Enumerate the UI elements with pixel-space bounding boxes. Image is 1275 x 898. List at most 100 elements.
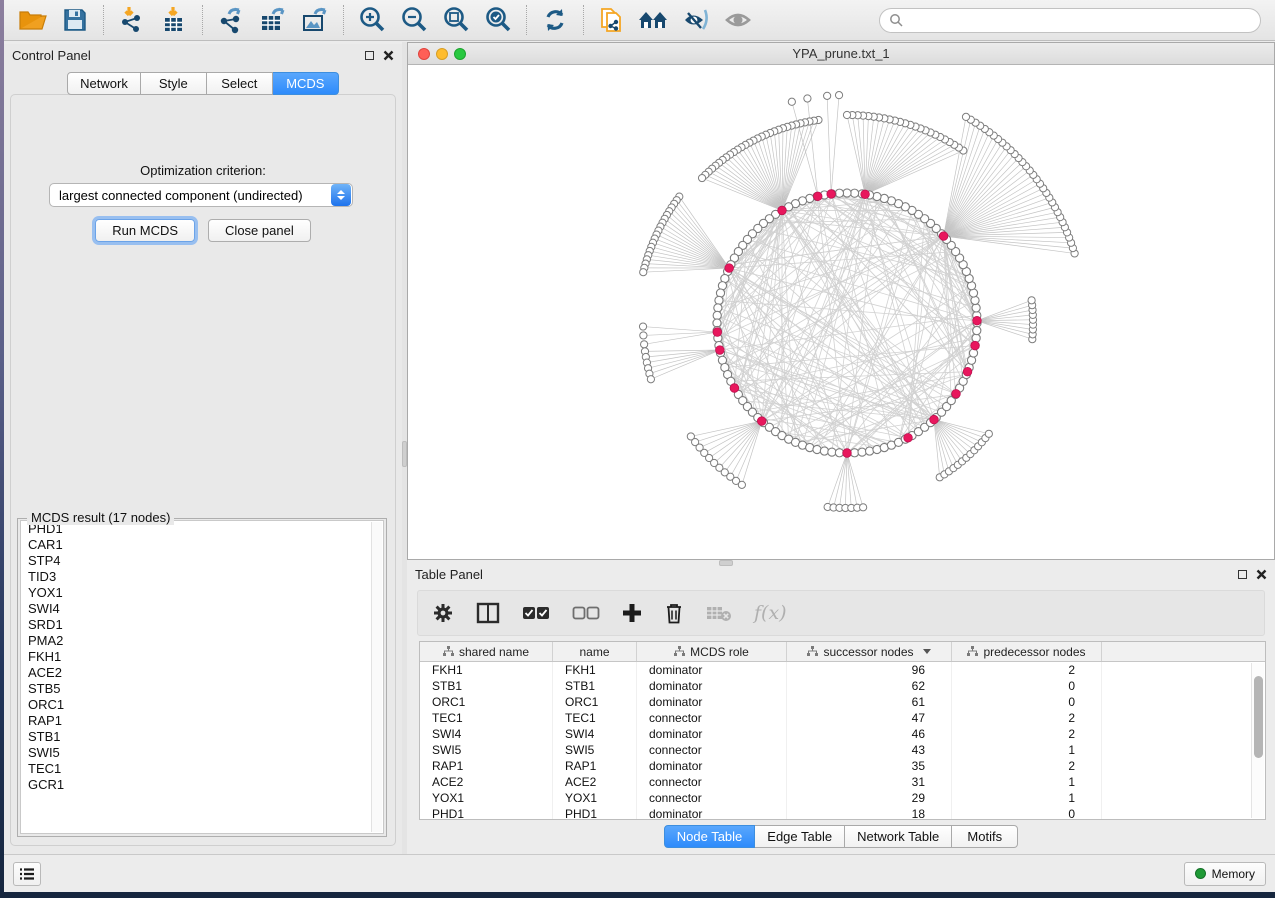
export-network-icon xyxy=(217,6,245,34)
tab-edge-table[interactable]: Edge Table xyxy=(755,825,845,848)
open-session-button[interactable] xyxy=(12,3,54,37)
mcds-result-item[interactable]: YOX1 xyxy=(21,585,383,601)
table-row[interactable]: ACE2ACE2connector311 xyxy=(420,774,1265,790)
table-cell: ORC1 xyxy=(553,694,637,710)
mcds-result-groupbox: MCDS result (17 nodes) PHD1CAR1STP4TID3Y… xyxy=(17,512,387,837)
optimization-criterion-select[interactable]: largest connected component (undirected) xyxy=(49,183,353,207)
zoom-in-button[interactable] xyxy=(351,3,393,37)
column-header-name[interactable]: name xyxy=(553,642,637,661)
mcds-result-item[interactable]: GCR1 xyxy=(21,777,383,793)
table-row[interactable]: YOX1YOX1connector291 xyxy=(420,790,1265,806)
clone-network-button[interactable] xyxy=(591,3,633,37)
column-header-MCDS-role[interactable]: MCDS role xyxy=(637,642,787,661)
mcds-result-item[interactable]: SRD1 xyxy=(21,617,383,633)
zoom-out-button[interactable] xyxy=(393,3,435,37)
network-window-titlebar[interactable]: YPA_prune.txt_1 xyxy=(408,43,1274,65)
function-builder-button: f(x) xyxy=(754,602,787,624)
network-graph[interactable] xyxy=(408,65,1275,560)
table-scrollbar-thumb[interactable] xyxy=(1254,676,1263,758)
mcds-result-item[interactable]: CAR1 xyxy=(21,537,383,553)
mcds-result-list[interactable]: PHD1CAR1STP4TID3YOX1SWI4SRD1PMA2FKH1ACE2… xyxy=(20,520,384,834)
tab-motifs[interactable]: Motifs xyxy=(952,825,1018,848)
column-header-shared-name[interactable]: shared name xyxy=(420,642,553,661)
export-image-button[interactable] xyxy=(294,3,336,37)
column-header-successor-nodes[interactable]: successor nodes xyxy=(787,642,952,661)
show-graphics-details-button[interactable] xyxy=(717,3,759,37)
run-mcds-button[interactable]: Run MCDS xyxy=(95,219,195,242)
node-table[interactable]: shared namenameMCDS rolesuccessor nodesp… xyxy=(419,641,1266,820)
tab-node-table[interactable]: Node Table xyxy=(664,825,756,848)
float-table-panel-button[interactable] xyxy=(1238,570,1247,579)
table-scrollbar[interactable] xyxy=(1251,663,1264,818)
hide-graphics-details-button[interactable] xyxy=(675,3,717,37)
close-panel-icon[interactable] xyxy=(383,50,394,61)
horizontal-splitter-grip[interactable] xyxy=(719,560,733,566)
mcds-result-item[interactable]: TEC1 xyxy=(21,761,383,777)
export-network-button[interactable] xyxy=(210,3,252,37)
table-cell: 2 xyxy=(952,726,1102,742)
houses-icon xyxy=(638,8,670,32)
maximize-window-button[interactable] xyxy=(454,48,466,60)
home-view-button[interactable] xyxy=(633,3,675,37)
import-network-button[interactable] xyxy=(111,3,153,37)
table-body: FKH1FKH1dominator962STB1STB1dominator620… xyxy=(420,662,1265,820)
minimize-window-button[interactable] xyxy=(436,48,448,60)
table-row[interactable]: SWI5SWI5connector431 xyxy=(420,742,1265,758)
network-canvas[interactable] xyxy=(408,65,1274,559)
tab-style[interactable]: Style xyxy=(141,72,207,95)
mcds-result-item[interactable]: SWI5 xyxy=(21,745,383,761)
column-header-predecessor-nodes[interactable]: predecessor nodes xyxy=(952,642,1102,661)
toolbar-separator xyxy=(583,5,584,35)
mcds-list-scrollbar[interactable] xyxy=(371,522,382,832)
tab-select[interactable]: Select xyxy=(207,72,273,95)
table-row[interactable]: RAP1RAP1dominator352 xyxy=(420,758,1265,774)
table-cell: dominator xyxy=(637,726,787,742)
mcds-result-item[interactable]: FKH1 xyxy=(21,649,383,665)
select-all-button[interactable] xyxy=(522,605,550,621)
tab-mcds[interactable]: MCDS xyxy=(273,72,339,95)
task-history-button[interactable] xyxy=(13,862,41,886)
close-table-panel-icon[interactable] xyxy=(1256,569,1267,580)
export-table-button[interactable] xyxy=(252,3,294,37)
float-panel-button[interactable] xyxy=(365,51,374,60)
zoom-fit-button[interactable] xyxy=(435,3,477,37)
tab-network[interactable]: Network xyxy=(67,72,141,95)
zoom-selected-button[interactable] xyxy=(477,3,519,37)
table-row[interactable]: PHD1PHD1dominator180 xyxy=(420,806,1265,820)
mcds-result-item[interactable]: PMA2 xyxy=(21,633,383,649)
create-column-button[interactable] xyxy=(622,603,642,623)
delete-column-button[interactable] xyxy=(664,602,684,624)
mcds-result-item[interactable]: STP4 xyxy=(21,553,383,569)
show-columns-button[interactable] xyxy=(476,602,500,624)
table-row[interactable]: STB1STB1dominator620 xyxy=(420,678,1265,694)
refresh-button[interactable] xyxy=(534,3,576,37)
sort-chevron-icon[interactable] xyxy=(923,649,931,654)
mcds-result-item[interactable]: TID3 xyxy=(21,569,383,585)
toolbar-separator xyxy=(343,5,344,35)
import-table-button[interactable] xyxy=(153,3,195,37)
table-row[interactable]: ORC1ORC1dominator610 xyxy=(420,694,1265,710)
table-row[interactable]: TEC1TEC1connector472 xyxy=(420,710,1265,726)
tab-network-table[interactable]: Network Table xyxy=(845,825,952,848)
table-mode-button[interactable] xyxy=(432,602,454,624)
memory-button[interactable]: Memory xyxy=(1184,862,1266,886)
close-window-button[interactable] xyxy=(418,48,430,60)
table-cell: 31 xyxy=(787,774,952,790)
mcds-result-item[interactable]: SWI4 xyxy=(21,601,383,617)
mcds-result-item[interactable]: ACE2 xyxy=(21,665,383,681)
mcds-result-item[interactable]: RAP1 xyxy=(21,713,383,729)
graph-hub-node xyxy=(778,206,787,215)
deselect-all-button[interactable] xyxy=(572,605,600,621)
column-header-filler xyxy=(1102,642,1265,661)
mcds-result-item[interactable]: ORC1 xyxy=(21,697,383,713)
control-panel-tabs: NetworkStyleSelectMCDS xyxy=(67,72,339,95)
search-input[interactable] xyxy=(903,13,1251,27)
import-network-icon xyxy=(119,6,145,34)
table-row[interactable]: SWI4SWI4dominator462 xyxy=(420,726,1265,742)
search-box[interactable] xyxy=(879,8,1261,33)
table-row[interactable]: FKH1FKH1dominator962 xyxy=(420,662,1265,678)
mcds-result-item[interactable]: STB1 xyxy=(21,729,383,745)
close-panel-button[interactable]: Close panel xyxy=(208,219,311,242)
save-session-button[interactable] xyxy=(54,3,96,37)
mcds-result-item[interactable]: STB5 xyxy=(21,681,383,697)
